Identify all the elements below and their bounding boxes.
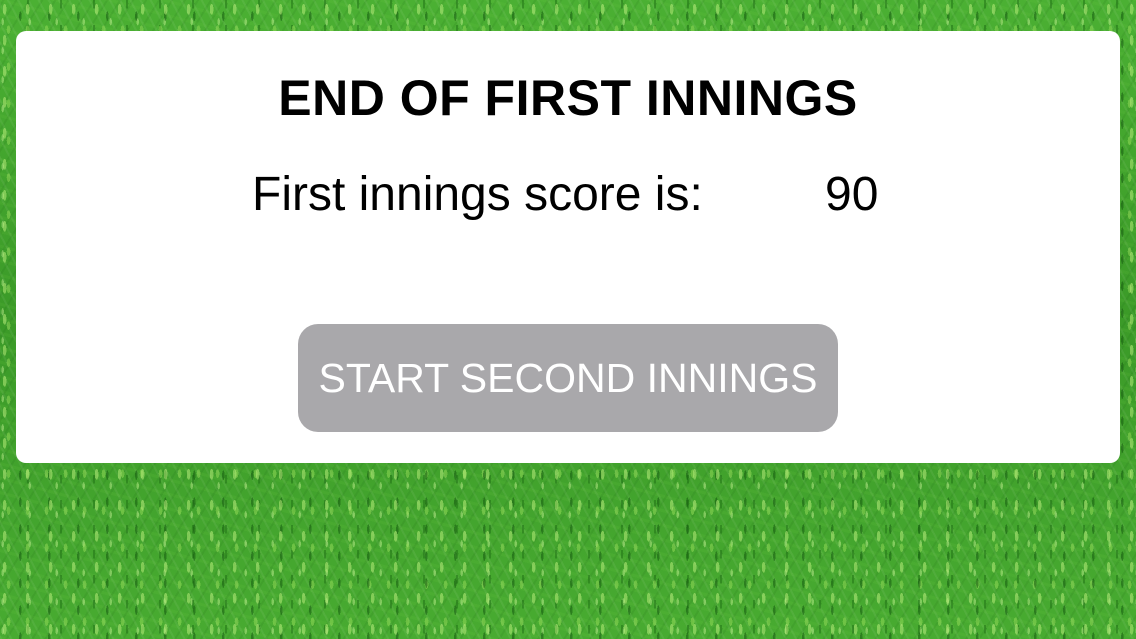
score-value: 90 — [825, 168, 879, 221]
screen-title: END OF FIRST INNINGS — [278, 70, 858, 126]
start-second-innings-button[interactable]: START SECOND INNINGS — [298, 324, 838, 432]
score-label: First innings score is: — [252, 168, 703, 221]
